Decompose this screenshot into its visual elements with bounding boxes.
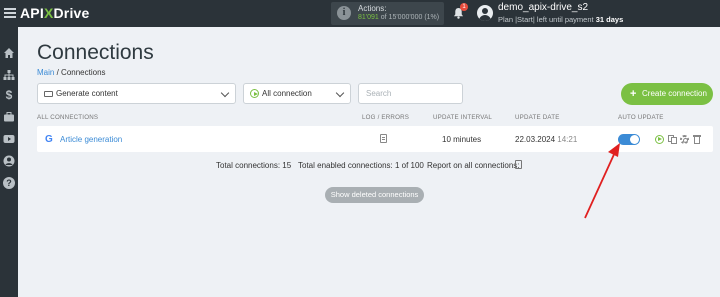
notification-badge: 1 [460, 3, 468, 11]
logo-x: X [43, 5, 54, 21]
home-icon[interactable] [3, 47, 15, 59]
gear-icon[interactable] [680, 135, 689, 144]
report-label: Report on all connections: [427, 161, 520, 170]
plan-days: 31 days [595, 15, 624, 24]
copy-icon[interactable] [668, 135, 677, 144]
update-date: 22.03.2024 14:21 [515, 135, 577, 144]
run-icon[interactable] [655, 135, 664, 144]
actions-used: 81'091 [358, 14, 379, 21]
hamburger-menu-icon[interactable] [4, 6, 16, 20]
trash-icon[interactable] [693, 135, 701, 144]
update-date-time: 14:21 [557, 135, 578, 144]
page-title: Connections [37, 41, 154, 64]
breadcrumb-current: Connections [61, 68, 106, 77]
column-header-auto: AUTO UPDATE [618, 114, 664, 121]
connection-filter-select[interactable]: All connection [243, 83, 351, 104]
column-header-date: UPDATE DATE [515, 114, 560, 121]
plus-icon: + [630, 88, 637, 100]
total-enabled-connections: Total enabled connections: 1 of 100 [298, 161, 424, 170]
actions-total: of 15'000'000 [380, 14, 423, 21]
create-connection-label: Create connection [642, 89, 707, 98]
total-connections: Total connections: 15 [216, 161, 292, 170]
folder-icon [44, 91, 53, 97]
actions-label: Actions: [358, 4, 387, 13]
breadcrumb-separator: / [56, 68, 59, 77]
report-file-icon[interactable] [515, 160, 522, 169]
actions-percent: (1%) [424, 14, 440, 21]
play-icon [250, 89, 259, 98]
create-connection-button[interactable]: + Create connection [621, 83, 713, 105]
column-header-all: ALL CONNECTIONS [37, 114, 99, 121]
sidebar: $ ? [0, 27, 18, 297]
chevron-down-icon [220, 88, 230, 98]
info-icon[interactable]: i [337, 6, 351, 20]
folder-select-value: Generate content [56, 89, 118, 98]
dollar-icon[interactable]: $ [3, 89, 15, 101]
breadcrumb: Main / Connections [37, 68, 106, 77]
logo-prefix: API [20, 5, 44, 21]
google-icon: G [45, 134, 53, 145]
folder-select[interactable]: Generate content [37, 83, 236, 104]
update-interval: 10 minutes [442, 135, 482, 144]
show-deleted-button[interactable]: Show deleted connections [325, 187, 424, 203]
connection-name-link[interactable]: Article generation [60, 135, 122, 144]
log-file-icon[interactable] [380, 134, 387, 143]
logo-suffix: Drive [53, 5, 90, 21]
annotation-arrow-icon [584, 143, 620, 219]
user-name[interactable]: demo_apix-drive_s2 [498, 2, 588, 13]
video-icon[interactable] [3, 133, 15, 145]
connection-filter-value: All connection [262, 89, 312, 98]
plan-info: Plan |Start| left until payment 31 days [498, 15, 623, 24]
avatar[interactable] [477, 5, 493, 21]
column-header-log: LOG / ERRORS [362, 114, 410, 121]
search-input[interactable] [358, 83, 463, 104]
actions-counter: i Actions: 81'091 of 15'000'000 (1%) [331, 2, 444, 25]
logo[interactable]: APIXDrive [20, 5, 90, 21]
toggle-knob [630, 135, 639, 144]
user-icon[interactable] [3, 155, 15, 167]
plan-text: Plan |Start| left until payment [498, 15, 594, 24]
sitemap-icon[interactable] [3, 69, 15, 81]
top-bar: APIXDrive i Actions: 81'091 of 15'000'00… [0, 0, 720, 27]
chevron-down-icon [335, 88, 345, 98]
briefcase-icon[interactable] [3, 111, 15, 123]
update-date-day: 22.03.2024 [515, 135, 556, 144]
column-header-interval: UPDATE INTERVAL [433, 114, 493, 121]
help-icon[interactable]: ? [3, 177, 15, 189]
actions-value: 81'091 of 15'000'000 (1%) [358, 14, 439, 21]
breadcrumb-main-link[interactable]: Main [37, 68, 54, 77]
